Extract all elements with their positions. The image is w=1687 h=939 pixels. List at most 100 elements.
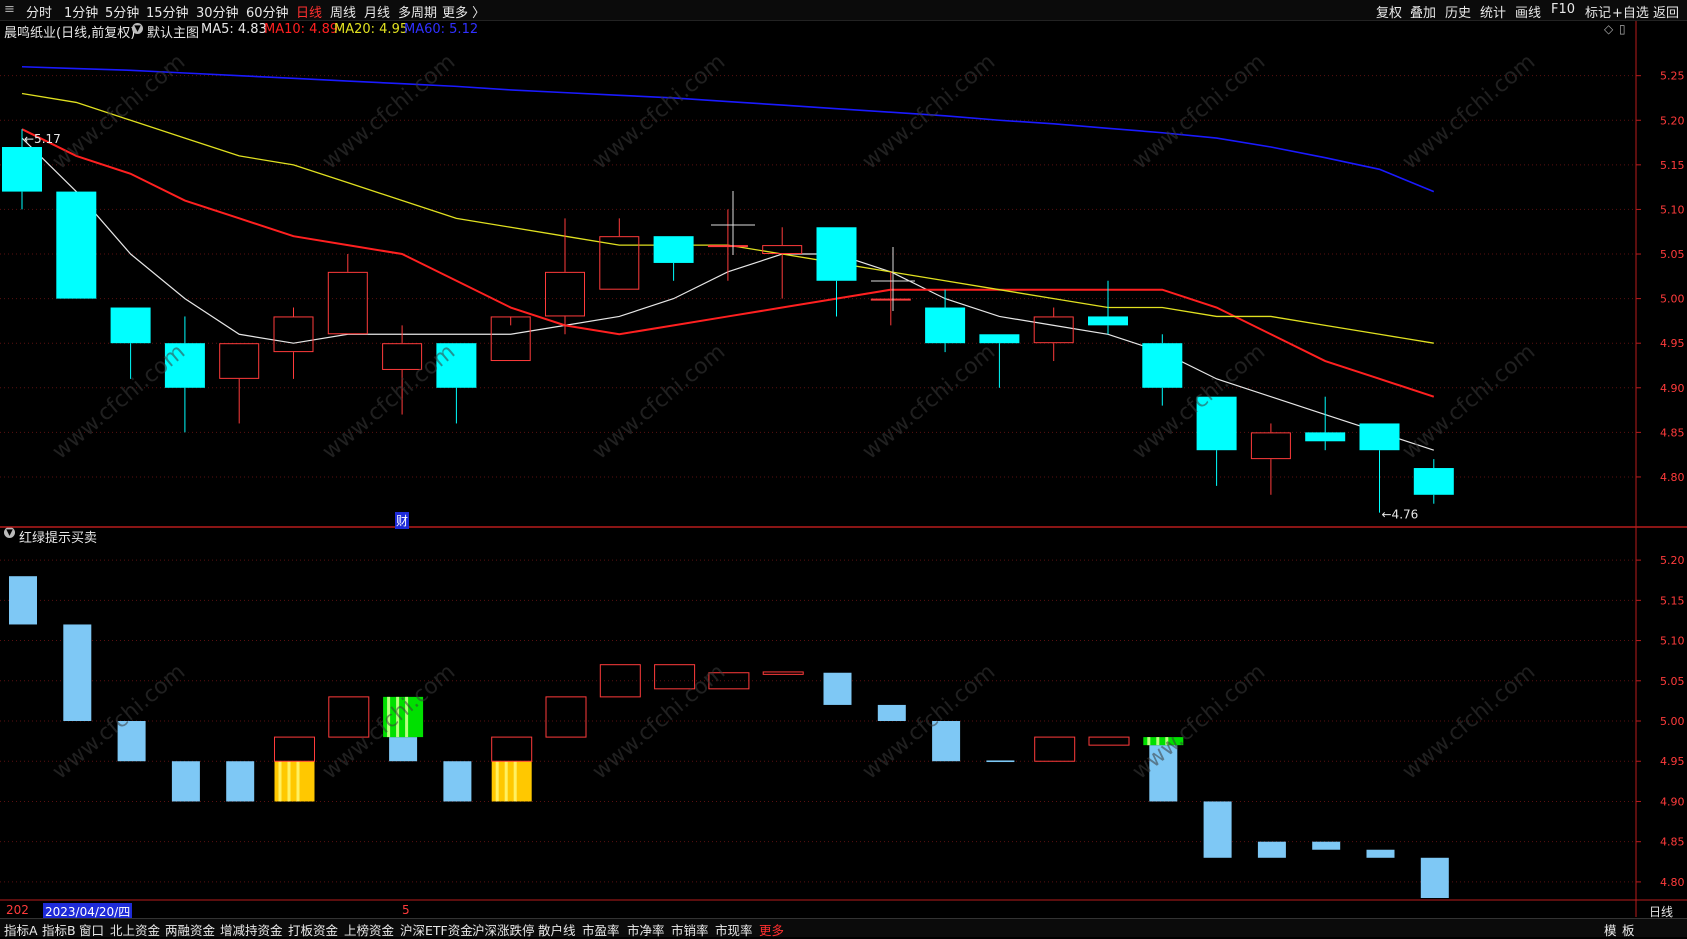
- watermark-2: www.cfchi.com: [588, 339, 730, 464]
- sub-tick-label-7: 5.15: [1660, 594, 1685, 607]
- candle-body-21: [1142, 343, 1183, 388]
- sub-bar-7: [389, 737, 418, 762]
- watermark-1: www.cfchi.com: [318, 339, 460, 464]
- sub-bar-9-stripe-1: [504, 761, 508, 802]
- watermark-5: www.cfchi.com: [1398, 339, 1540, 464]
- indicator-tab-13[interactable]: 市销率: [671, 920, 709, 939]
- extreme-label-1: ←4.76: [1382, 508, 1419, 522]
- indicator-tab-2[interactable]: 窗口: [79, 920, 104, 939]
- indicator-tab-7[interactable]: 上榜资金: [344, 920, 394, 939]
- watermark-14: www.cfchi.com: [588, 49, 730, 174]
- indicator-tab-10[interactable]: 散户线: [538, 920, 576, 939]
- sub-bar-4: [226, 761, 255, 802]
- sub-bar-19: [1034, 736, 1076, 762]
- sub-bar-15: [823, 672, 852, 705]
- sub-bar-top-21-stripe-0: [1147, 737, 1151, 746]
- template-tab-1[interactable]: 板: [1622, 920, 1635, 939]
- indicator-tab-4[interactable]: 两融资金: [165, 920, 215, 939]
- watermark-3: www.cfchi.com: [858, 339, 1000, 464]
- main-tick-label-7: 5.15: [1660, 159, 1685, 172]
- candle-body-10: [545, 271, 585, 317]
- indicator-tab-0[interactable]: 指标A: [4, 920, 38, 939]
- indicator-tab-14[interactable]: 市现率: [715, 920, 753, 939]
- sub-bar-9-stripe-0: [495, 761, 499, 802]
- main-tick-label-6: 5.10: [1660, 203, 1685, 216]
- watermark-9: www.cfchi.com: [858, 659, 1000, 784]
- sub-tick-label-8: 5.20: [1660, 554, 1685, 567]
- sub-bar-26: [1420, 857, 1449, 898]
- candle-body-15: [816, 227, 857, 281]
- candle-body-2: [110, 307, 151, 344]
- candle-body-16: [870, 298, 911, 301]
- indicator-tab-3[interactable]: 北上资金: [110, 920, 160, 939]
- main-tick-label-4: 5.00: [1660, 293, 1685, 306]
- indicator-tabs: 指标A 指标B 窗口 北上资金 两融资金 增减持资金 打板资金 上榜资金 沪深ETF资金 沪深涨跌…: [0, 918, 1687, 939]
- indicator-tab-6[interactable]: 打板资金: [288, 920, 338, 939]
- sub-bar-24: [1312, 841, 1341, 850]
- candle-body-13: [707, 245, 748, 248]
- date-marker: 5: [402, 903, 410, 917]
- indicator-tab-1[interactable]: 指标B: [42, 920, 76, 939]
- sub-bar-20: [1088, 736, 1130, 746]
- kline-chart[interactable]: 4.80 4.85 4.90 4.95 5.00 5.05 5.10 5.15 5.20 5.25…: [0, 0, 1687, 936]
- candle-body-20: [1088, 316, 1128, 326]
- indicator-tab-12[interactable]: 市净率: [627, 920, 665, 939]
- indicator-tab-8[interactable]: 沪深ETF资金: [400, 920, 473, 939]
- indicator-tab-5[interactable]: 增减持资金: [220, 920, 283, 939]
- sub-bar-0: [9, 576, 37, 625]
- sub-bar-10: [545, 696, 587, 738]
- candle-body-0: [2, 147, 42, 192]
- sub-bar-5-stripe-2: [296, 761, 300, 802]
- indicator-tab-9[interactable]: 沪深涨跌停: [472, 920, 535, 939]
- main-tick-label-5: 5.05: [1660, 248, 1685, 261]
- main-tick-label-9: 5.25: [1660, 70, 1685, 83]
- sub-tick-label-3: 4.95: [1660, 755, 1685, 768]
- date-prefix: 202: [6, 903, 29, 917]
- main-tick-label-1: 4.85: [1660, 426, 1685, 439]
- sub-tick-label-4: 5.00: [1660, 715, 1685, 728]
- main-tick-label-0: 4.80: [1660, 471, 1685, 484]
- sub-bar-cap-9: [491, 736, 533, 762]
- candle-body-24: [1305, 432, 1346, 442]
- watermark-16: www.cfchi.com: [1128, 49, 1270, 174]
- sub-bar-5-stripe-1: [287, 761, 291, 802]
- watermark-7: www.cfchi.com: [318, 659, 460, 784]
- watermark-17: www.cfchi.com: [1398, 49, 1540, 174]
- main-tick-label-3: 4.95: [1660, 337, 1685, 350]
- sub-bar-1: [63, 624, 92, 722]
- candle-body-19: [1033, 316, 1074, 344]
- indicator-tab-11[interactable]: 市盈率: [582, 920, 620, 939]
- sub-bar-3: [171, 761, 200, 802]
- candle-body-23: [1250, 432, 1291, 460]
- sub-tick-label-1: 4.85: [1660, 836, 1685, 849]
- template-tab-0[interactable]: 模: [1604, 920, 1617, 939]
- watermark-0: www.cfchi.com: [48, 339, 190, 464]
- sub-tick-label-0: 4.80: [1660, 876, 1685, 889]
- candle-body-26: [1413, 468, 1454, 495]
- main-tick-label-2: 4.90: [1660, 382, 1685, 395]
- candle-body-6: [327, 271, 368, 335]
- sub-bar-25: [1366, 849, 1395, 858]
- candle-body-1: [56, 191, 97, 299]
- sub-bar-8: [443, 761, 472, 802]
- finance-marker[interactable]: 财: [395, 512, 410, 529]
- sub-bar-22: [1203, 801, 1232, 858]
- sub-bar-14: [762, 671, 804, 675]
- indicator-tab-15[interactable]: 更多: [759, 920, 784, 939]
- sub-bar-18: [986, 760, 1015, 763]
- main-tick-label-8: 5.20: [1660, 114, 1685, 127]
- extreme-label-0: ←5.17: [24, 132, 61, 146]
- sub-tick-label-5: 5.05: [1660, 675, 1685, 688]
- candle-body-4: [219, 343, 260, 379]
- watermark-11: www.cfchi.com: [1398, 659, 1540, 784]
- watermark-10: www.cfchi.com: [1128, 659, 1270, 784]
- candle-body-5: [273, 316, 314, 353]
- sub-tick-label-6: 5.10: [1660, 635, 1685, 648]
- watermark-8: www.cfchi.com: [588, 659, 730, 784]
- watermark-13: www.cfchi.com: [318, 49, 460, 174]
- sub-bar-5-stripe-0: [278, 761, 282, 802]
- candle-body-17: [925, 307, 966, 344]
- sub-tick-label-2: 4.90: [1660, 795, 1685, 808]
- candle-body-25: [1359, 423, 1400, 451]
- sub-bar-16: [877, 704, 906, 722]
